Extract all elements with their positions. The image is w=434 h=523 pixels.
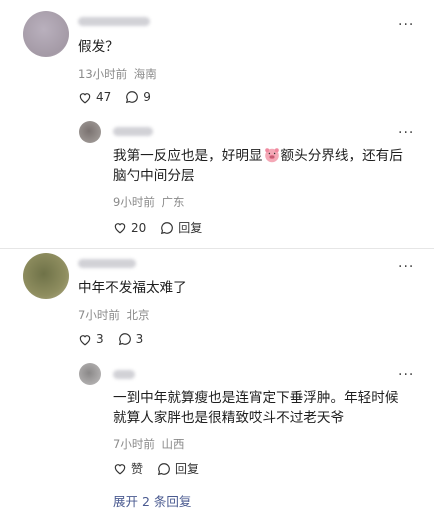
reply-username-blurred[interactable] (113, 127, 153, 136)
timestamp: 13小时前 (78, 67, 128, 81)
heart-icon (114, 223, 126, 234)
reply-text-part: 就算人家胖也是很精致哎斗不过老天爷 (113, 410, 345, 426)
timestamp: 9小时前 (113, 195, 155, 209)
comment-bubble-icon (157, 462, 170, 475)
comment-actions: 47 9 (78, 90, 165, 104)
reply-button[interactable]: 回复 (160, 219, 202, 236)
reply-label: 回复 (178, 221, 203, 235)
location: 北京 (126, 308, 150, 322)
reply-count-button[interactable]: 9 (125, 90, 151, 104)
reply-text: 我第一反应也是，好明显 额头分界线，还有后 脑勺中间分层 (113, 146, 413, 186)
reply-username-blurred[interactable] (113, 370, 135, 379)
like-count: 3 (96, 332, 104, 346)
reply-avatar[interactable] (79, 363, 101, 385)
reply-count: 9 (143, 90, 151, 104)
username-blurred[interactable] (78, 17, 150, 26)
comment-bubble-icon (161, 221, 174, 234)
location: 山西 (161, 437, 185, 451)
like-button[interactable]: 3 (78, 332, 104, 346)
reply-text-part: 脑勺中间分层 (113, 168, 195, 184)
heart-icon (79, 92, 91, 103)
comment-meta: 7小时前 北京 (78, 308, 149, 322)
reply-count-button[interactable]: 3 (118, 332, 144, 346)
location: 广东 (161, 195, 185, 209)
like-button[interactable]: 20 (113, 221, 146, 235)
reply-actions: 20 回复 (113, 219, 216, 236)
like-button[interactable]: 赞 (113, 460, 143, 477)
reply-meta: 7小时前 山西 (113, 437, 184, 451)
divider (0, 248, 434, 249)
heart-icon (79, 334, 91, 345)
like-count: 20 (131, 220, 147, 235)
expand-replies-link[interactable]: 展开 2 条回复 (113, 491, 191, 510)
more-dots-icon[interactable]: ··· (398, 260, 414, 274)
comment-bubble-icon (118, 333, 131, 346)
like-label: 赞 (131, 462, 144, 476)
more-dots-icon[interactable]: ··· (398, 126, 414, 140)
reply-text-part: 一到中年就算瘦也是连宵定下垂浮肿。年轻时候 (113, 390, 399, 406)
reply-avatar[interactable] (79, 121, 101, 143)
comment-text: 假发？ (78, 39, 119, 55)
comment-bubble-icon (126, 91, 139, 104)
like-button[interactable]: 47 (78, 90, 111, 104)
reply-count: 3 (135, 332, 144, 346)
username-blurred[interactable] (78, 259, 136, 268)
reply-text-part: 额头分界线，还有后 (280, 148, 403, 164)
reply-meta: 9小时前 广东 (113, 195, 184, 209)
reply-button[interactable]: 回复 (157, 460, 199, 477)
avatar[interactable] (23, 11, 69, 57)
avatar[interactable] (23, 253, 69, 299)
more-dots-icon[interactable]: ··· (398, 18, 414, 32)
heart-icon (114, 464, 126, 475)
timestamp: 7小时前 (78, 308, 120, 322)
reply-text: 一到中年就算瘦也是连宵定下垂浮肿。年轻时候 就算人家胖也是很精致哎斗不过老天爷 (113, 388, 423, 428)
reply-actions: 赞 回复 (113, 460, 213, 477)
more-dots-icon[interactable]: ··· (398, 368, 414, 382)
comment-actions: 3 3 (78, 332, 157, 346)
comment-meta: 13小时前 海南 (78, 67, 157, 81)
like-count: 47 (96, 90, 112, 104)
reply-label: 回复 (175, 462, 200, 476)
timestamp: 7小时前 (113, 437, 155, 451)
reply-text-part: 我第一反应也是，好明显 (113, 148, 263, 164)
comment-text: 中年不发福太难了 (78, 280, 187, 296)
location: 海南 (133, 67, 157, 81)
pig-face-emoji-icon (264, 148, 279, 163)
